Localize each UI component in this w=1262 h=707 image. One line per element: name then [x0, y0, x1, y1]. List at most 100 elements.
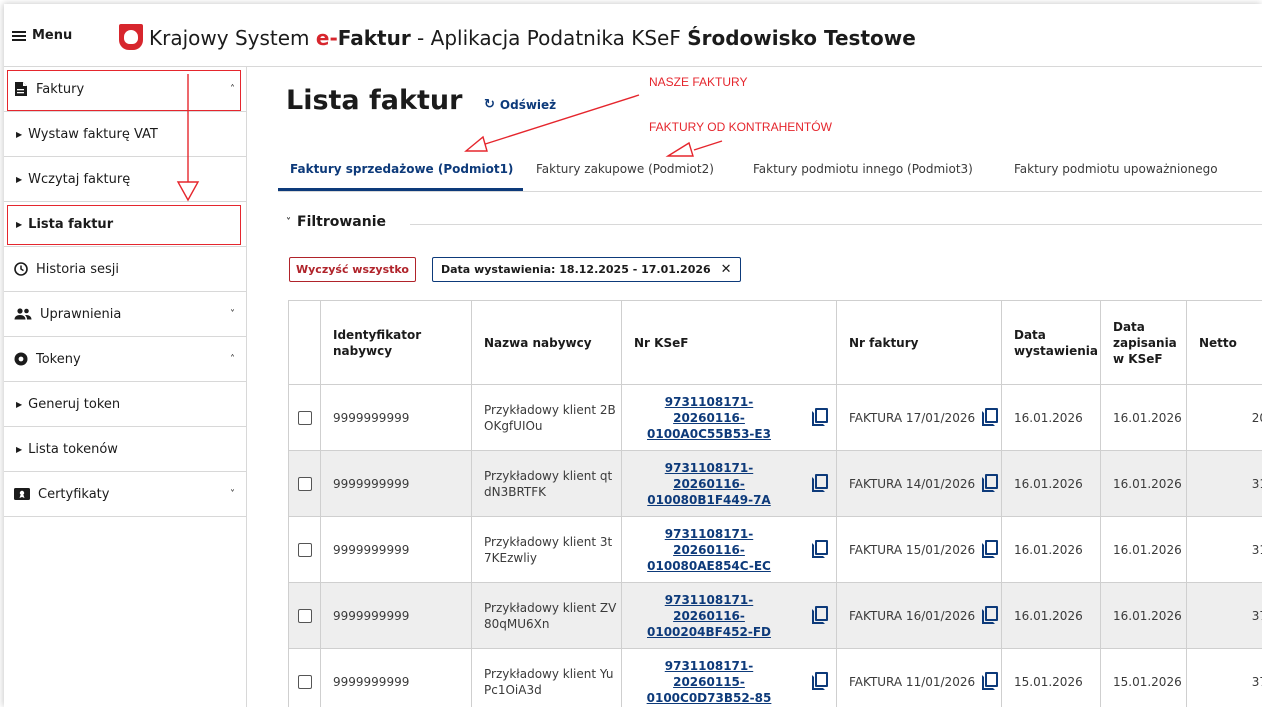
header-checkbox-cell: [289, 301, 321, 384]
row-checkbox[interactable]: [297, 542, 312, 557]
copy-icon[interactable]: [982, 672, 998, 690]
issue-date-cell: 16.01.2026: [1002, 451, 1101, 516]
row-checkbox[interactable]: [297, 674, 312, 689]
chevron-down-icon: ˅: [286, 216, 291, 228]
row-checkbox-cell: [289, 517, 321, 582]
annotation-highlight-faktury: [7, 70, 241, 111]
buyer-name-line: 7KEzwliy: [484, 550, 537, 565]
menu-button[interactable]: Menu: [12, 28, 72, 43]
table-header-row: Identyfikator nabywcy Nazwa nabywcy Nr KS…: [289, 301, 1262, 385]
sidebar-item-wczytaj-fakture[interactable]: ▶ Wczytaj fakturę: [4, 157, 247, 202]
ksef-number-line: 9731108171-20260116-: [664, 460, 754, 491]
copy-icon[interactable]: [982, 474, 998, 492]
sidebar-item-historia-sesji[interactable]: Historia sesji: [4, 247, 247, 292]
buyer-id-cell: 9999999999: [321, 385, 472, 450]
tab-sales-invoices[interactable]: Faktury sprzedażowe (Podmiot1): [290, 162, 513, 176]
invoice-number-cell: FAKTURA 15/01/2026: [837, 517, 1002, 582]
triangle-right-icon: ▶: [16, 399, 23, 409]
row-checkbox[interactable]: [297, 608, 312, 623]
net-cell: 31: [1251, 476, 1262, 491]
table-row[interactable]: 9999999999 Przykładowy klient 2B OKgfUIOu…: [289, 385, 1262, 451]
chevron-down-icon: ˅: [230, 308, 235, 320]
sidebar-item-label: Lista tokenów: [28, 441, 118, 457]
header-ksef-number[interactable]: Nr KSeF: [622, 301, 837, 384]
table-row[interactable]: 9999999999 Przykładowy klient 3t 7KEzwliy…: [289, 517, 1262, 583]
header-invoice-number[interactable]: Nr faktury: [837, 301, 1002, 384]
filter-chip-issue-date[interactable]: Data wystawienia: 18.12.2025 - 17.01.202…: [432, 257, 741, 282]
header-buyer-name[interactable]: Nazwa nabywcy: [472, 301, 622, 384]
copy-icon[interactable]: [812, 474, 828, 492]
row-checkbox[interactable]: [297, 410, 312, 425]
app-title-middle: - Aplikacja Podatnika KSeF: [410, 26, 688, 50]
net-cell: 37: [1251, 608, 1262, 623]
ksef-number-cell: 9731108171-20260116- 0100A0C55B53-E3: [622, 385, 837, 450]
app-title-e: e-: [315, 26, 338, 50]
buyer-name-line: Przykładowy klient 3t: [484, 534, 613, 549]
invoice-number-cell: FAKTURA 11/01/2026: [837, 649, 1002, 707]
refresh-button[interactable]: ↻ Odśwież: [484, 97, 556, 112]
table-row[interactable]: 9999999999 Przykładowy klient qt dN3BRTFK…: [289, 451, 1262, 517]
saved-date-cell: 16.01.2026: [1101, 385, 1187, 450]
ksef-number-link[interactable]: 9731108171-20260116- 010080B1F449-7A: [634, 460, 784, 508]
app-title-prefix: Krajowy System: [149, 26, 316, 50]
sidebar-item-label: Wczytaj fakturę: [28, 171, 131, 187]
header-net[interactable]: Netto: [1187, 301, 1262, 384]
header-saved-date[interactable]: Data zapisania w KSeF: [1101, 301, 1187, 384]
row-checkbox-cell: [289, 583, 321, 648]
sidebar-item-uprawnienia[interactable]: Uprawnienia ˅: [4, 292, 247, 337]
sidebar-item-label: Historia sesji: [36, 261, 120, 277]
invoice-number: FAKTURA 16/01/2026: [849, 608, 976, 623]
copy-icon[interactable]: [812, 672, 828, 690]
clear-all-button[interactable]: Wyczyść wszystko: [289, 257, 416, 282]
copy-icon[interactable]: [982, 408, 998, 426]
sidebar-item-generuj-token[interactable]: ▶ Generuj token: [4, 382, 247, 427]
copy-icon[interactable]: [812, 606, 828, 624]
ksef-number-line: 0100A0C55B53-E3: [647, 426, 771, 441]
close-icon[interactable]: ✕: [721, 262, 732, 277]
header-text: w KSeF: [1113, 351, 1163, 366]
ksef-number-link[interactable]: 9731108171-20260116- 0100204BF452-FD: [634, 592, 784, 640]
copy-icon[interactable]: [982, 540, 998, 558]
net-cell: 31: [1251, 542, 1262, 557]
issue-date-cell: 15.01.2026: [1002, 649, 1101, 707]
buyer-id-cell: 9999999999: [321, 649, 472, 707]
copy-icon[interactable]: [812, 408, 828, 426]
net-cell: 37: [1251, 674, 1262, 689]
token-icon: [14, 352, 28, 366]
ksef-number-line: 9731108171-20260116-: [664, 592, 754, 623]
sidebar-item-certyfikaty[interactable]: Certyfikaty ˅: [4, 472, 247, 517]
row-checkbox[interactable]: [297, 476, 312, 491]
sidebar-item-wystaw-fakture[interactable]: ▶ Wystaw fakturę VAT: [4, 112, 247, 157]
copy-icon[interactable]: [982, 606, 998, 624]
app-header: Menu Krajowy System e-Faktur - Aplikacja…: [4, 4, 1262, 67]
table-row[interactable]: 9999999999 Przykładowy klient Yu Pc1OiA3d…: [289, 649, 1262, 707]
app-window: Menu Krajowy System e-Faktur - Aplikacja…: [4, 4, 1262, 707]
sidebar-item-lista-tokenow[interactable]: ▶ Lista tokenów: [4, 427, 247, 472]
ksef-number-link[interactable]: 9731108171-20260116- 0100A0C55B53-E3: [634, 394, 784, 442]
annotation-highlight-lista-faktur: [7, 205, 241, 245]
ksef-number-link[interactable]: 9731108171-20260115- 0100C0D73B52-85: [634, 658, 784, 706]
ksef-number-cell: 9731108171-20260116- 0100204BF452-FD: [622, 583, 837, 648]
buyer-name-cell: Przykładowy klient 3t 7KEzwliy: [472, 517, 622, 582]
header-text: Identyfikator: [333, 327, 422, 342]
refresh-label: Odśwież: [499, 97, 557, 112]
issue-date-cell: 16.01.2026: [1002, 583, 1101, 648]
tab-authorized-entity-invoices[interactable]: Faktury podmiotu upoważnionego: [1014, 162, 1218, 176]
chevron-down-icon: ˅: [230, 488, 235, 500]
invoice-number-cell: FAKTURA 16/01/2026: [837, 583, 1002, 648]
table-row[interactable]: 9999999999 Przykładowy klient ZV 80qMU6Xn…: [289, 583, 1262, 649]
header-issue-date[interactable]: Data wystawienia: [1002, 301, 1101, 384]
copy-icon[interactable]: [812, 540, 828, 558]
saved-date-cell: 16.01.2026: [1101, 517, 1187, 582]
sidebar-item-tokeny[interactable]: Tokeny ˄: [4, 337, 247, 382]
saved-date-cell: 16.01.2026: [1101, 583, 1187, 648]
header-buyer-id[interactable]: Identyfikator nabywcy: [321, 301, 472, 384]
filter-toggle[interactable]: ˅ Filtrowanie: [286, 214, 386, 230]
buyer-name-line: Przykładowy klient 2B: [484, 402, 616, 417]
ksef-number-link[interactable]: 9731108171-20260116- 010080AE854C-EC: [634, 526, 784, 574]
tab-third-party-invoices[interactable]: Faktury podmiotu innego (Podmiot3): [753, 162, 973, 176]
saved-date-cell: 16.01.2026: [1101, 451, 1187, 516]
tab-purchase-invoices[interactable]: Faktury zakupowe (Podmiot2): [536, 162, 714, 176]
net-cell: 20: [1251, 410, 1262, 425]
invoice-tabs: Faktury sprzedażowe (Podmiot1) Faktury z…: [278, 152, 1262, 192]
